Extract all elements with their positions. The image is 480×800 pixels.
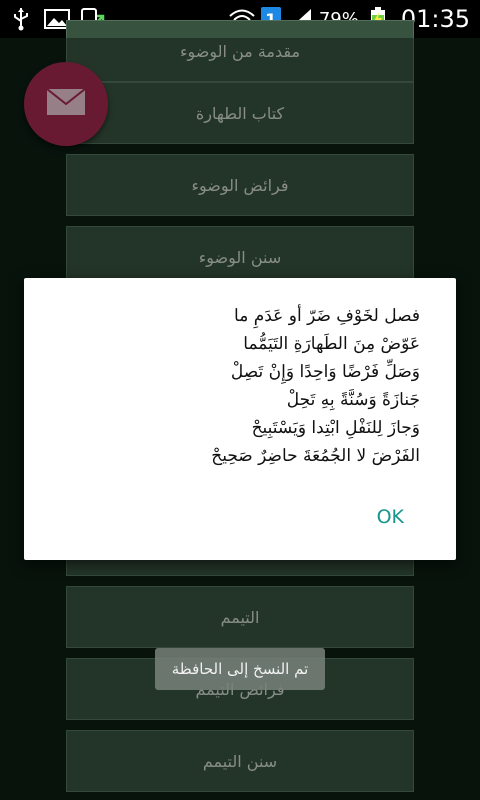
poem-dialog: فصل لخَوْفِ ضَرّ أو عَدَمِ ما عَوّضْ مِن… — [24, 278, 456, 560]
poem-text: فصل لخَوْفِ ضَرّ أو عَدَمِ ما عَوّضْ مِن… — [24, 302, 456, 470]
ok-button[interactable]: OK — [377, 506, 404, 528]
poem-line: الفَرْضَ لا الجُمُعَةَ حاضِرٌ صَحِيحْ — [211, 446, 420, 466]
poem-line: عَوّضْ مِنَ الطَهارَةِ التَيَمُّما — [243, 334, 420, 354]
poem-line: جَنازَةً وَسُنَّةً بِهِ تَحِلْ — [286, 390, 420, 410]
usb-icon — [8, 7, 34, 31]
poem-line: وَصَلِّ فَرْضًا وَاحِدًا وَإِنْ تَصِلْ — [230, 362, 420, 382]
poem-line: وَجازَ لِلنَفْلِ ابْتِدا وَيَسْتَبِيحْ — [251, 418, 420, 438]
poem-line: فصل لخَوْفِ ضَرّ أو عَدَمِ ما — [234, 306, 420, 326]
copied-toast: تم النسخ إلى الحافظة — [155, 648, 325, 690]
